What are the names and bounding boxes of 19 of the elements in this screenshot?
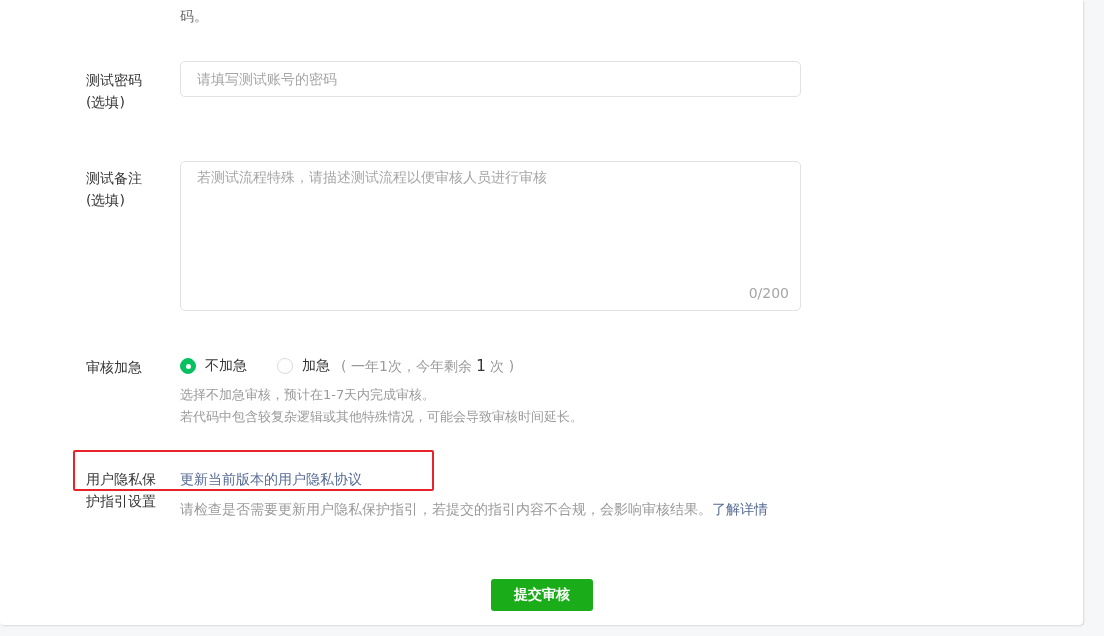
learn-more-link[interactable]: 了解详情: [712, 501, 768, 517]
privacy-agreement-link[interactable]: 更新当前版本的用户隐私协议: [180, 471, 362, 487]
password-input-field[interactable]: 请填写测试账号的密码: [180, 61, 801, 97]
radio-label[interactable]: 加急: [302, 357, 330, 375]
description-text: 码。: [180, 7, 209, 26]
submit-button[interactable]: 提交审核: [490, 579, 593, 611]
hint-text: 若代码中包含较复杂逻辑或其他特殊情况，可能会导致审核时间延长。: [180, 408, 584, 426]
radio-button[interactable]: [180, 358, 196, 374]
field-label: 测试备注: [86, 169, 143, 188]
field-label: 用户隐私保护指引设置: [86, 470, 157, 511]
optional-label: (选填): [86, 191, 126, 210]
optional-label: (选填): [86, 93, 126, 112]
character-counter: 0/200: [748, 285, 789, 301]
radio-label[interactable]: 不加急: [205, 357, 247, 375]
field-label: 审核加急: [86, 358, 143, 377]
privacy-hint-text: 请检查是否需要更新用户隐私保护指引，若提交的指引内容不合规，会影响审核结果。了解详情: [180, 500, 769, 519]
field-label: 测试密码: [86, 71, 143, 90]
hint-text: 选择不加急审核，预计在1-7天内完成审核。: [180, 386, 437, 404]
radio-button[interactable]: [277, 358, 293, 374]
